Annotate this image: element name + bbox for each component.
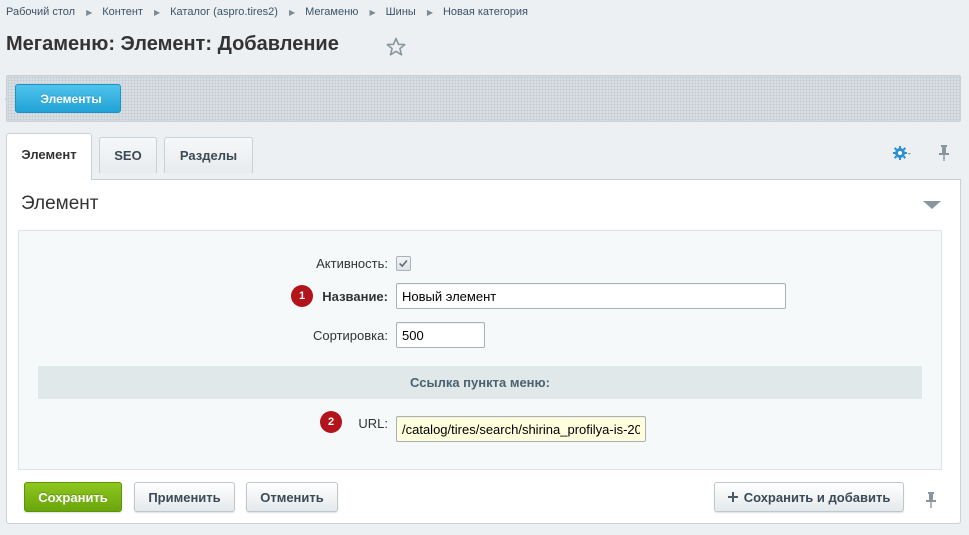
save-and-add-button[interactable]: Сохранить и добавить: [714, 482, 904, 512]
apply-button[interactable]: Применить: [134, 482, 235, 512]
save-button-label: Сохранить: [38, 489, 108, 505]
cancel-button-label: Отменить: [260, 489, 324, 505]
tab-label: Элемент: [21, 146, 77, 162]
plus-icon: [727, 492, 738, 502]
context-toolbar: [6, 75, 961, 122]
tab-element[interactable]: Элемент: [6, 133, 92, 180]
url-input[interactable]: [396, 416, 646, 442]
page-title: Мегаменю: Элемент: Добавление: [6, 33, 339, 55]
breadcrumb-item[interactable]: Каталог (aspro.tires2): [170, 6, 278, 18]
breadcrumb-item[interactable]: Рабочий стол: [6, 6, 75, 18]
section-title: Элемент: [21, 193, 99, 214]
breadcrumb-item[interactable]: Шины: [386, 6, 416, 18]
breadcrumb-separator-icon: ▶: [426, 7, 433, 17]
elements-button-label: Элементы: [40, 91, 102, 106]
url-label: URL:: [358, 416, 388, 431]
link-section-header: Ссылка пункта меню:: [38, 366, 922, 399]
pin-icon[interactable]: [937, 144, 951, 162]
cancel-button[interactable]: Отменить: [246, 482, 338, 512]
active-checkbox[interactable]: [396, 256, 411, 271]
elements-button[interactable]: Элементы: [15, 84, 121, 113]
pin-icon[interactable]: [924, 491, 938, 509]
save-button[interactable]: Сохранить: [24, 482, 122, 512]
checkmark-icon: [399, 259, 408, 268]
breadcrumb-item[interactable]: Новая категория: [443, 6, 528, 18]
breadcrumb-item[interactable]: Мегаменю: [305, 6, 358, 18]
sort-input[interactable]: [396, 322, 485, 348]
apply-button-label: Применить: [148, 489, 221, 505]
breadcrumb-item[interactable]: Контент: [102, 6, 143, 18]
field-number-badge: 2: [320, 411, 342, 433]
breadcrumb-separator-icon: ▶: [369, 7, 376, 17]
breadcrumb-separator-icon: ▶: [153, 7, 161, 17]
tab-seo[interactable]: SEO: [99, 137, 157, 173]
gear-icon[interactable]: [893, 145, 911, 161]
sort-label: Сортировка:: [313, 328, 388, 343]
chevron-down-icon[interactable]: [923, 200, 941, 210]
tab-label: SEO: [114, 148, 142, 163]
breadcrumb-separator-icon: ▶: [288, 7, 296, 17]
active-label: Активность:: [316, 256, 388, 271]
link-section-header-label: Ссылка пункта меню:: [410, 375, 550, 390]
breadcrumb-separator-icon: ▶: [86, 7, 93, 17]
tab-label: Разделы: [179, 148, 238, 163]
tab-sections[interactable]: Разделы: [164, 137, 253, 173]
save-and-add-label: Сохранить и добавить: [743, 489, 891, 505]
field-number-badge: 1: [291, 285, 313, 307]
name-label: Название:: [322, 289, 388, 304]
star-icon[interactable]: [386, 37, 406, 57]
name-input[interactable]: [396, 283, 786, 309]
breadcrumb: Рабочий стол ▶ Контент ▶ Каталог (aspro.…: [6, 6, 528, 18]
